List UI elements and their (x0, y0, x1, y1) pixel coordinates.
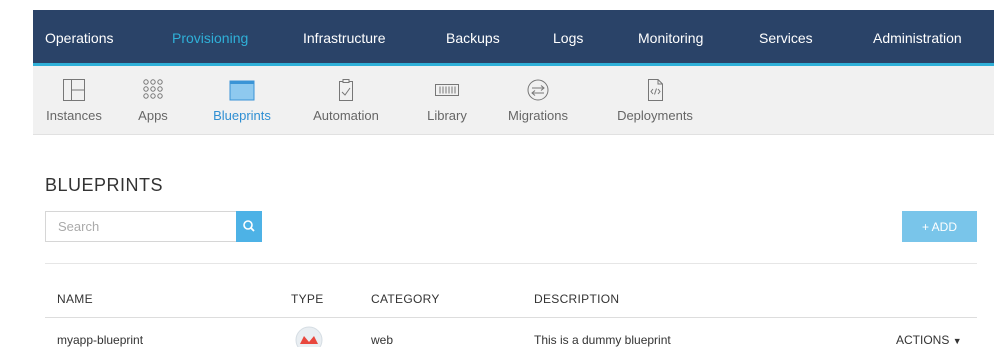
nav-services[interactable]: Services (759, 30, 813, 46)
subnav-instances-label: Instances (46, 108, 102, 123)
search-input[interactable] (45, 211, 236, 242)
automation-icon (339, 79, 353, 101)
subnav-blueprints[interactable]: Blueprints (203, 66, 281, 135)
row-name[interactable]: myapp-blueprint (57, 333, 143, 347)
search-button[interactable] (236, 211, 262, 242)
top-navigation: Operations Provisioning Infrastructure B… (33, 10, 994, 66)
subnav-blueprints-label: Blueprints (213, 108, 271, 123)
column-header-name[interactable]: NAME (57, 292, 93, 306)
nav-monitoring[interactable]: Monitoring (638, 30, 703, 46)
search-icon (243, 220, 255, 232)
actions-label: ACTIONS (896, 333, 950, 347)
subnav-instances[interactable]: Instances (33, 66, 115, 135)
nav-administration[interactable]: Administration (873, 30, 962, 46)
sub-navigation: Instances Apps Blueprints Automation Lib… (33, 66, 994, 135)
migrations-icon (527, 79, 549, 101)
library-icon (435, 84, 459, 96)
subnav-apps[interactable]: Apps (126, 66, 180, 135)
column-header-description[interactable]: DESCRIPTION (534, 292, 619, 306)
row-category: web (371, 333, 394, 347)
add-button[interactable]: + ADD (902, 211, 977, 242)
subnav-automation[interactable]: Automation (304, 66, 388, 135)
subnav-deployments[interactable]: Deployments (609, 66, 701, 135)
subnav-deployments-label: Deployments (617, 108, 693, 123)
subnav-library[interactable]: Library (417, 66, 477, 135)
apps-icon (143, 79, 163, 99)
subnav-library-label: Library (427, 108, 467, 123)
subnav-apps-label: Apps (138, 108, 168, 123)
nav-operations[interactable]: Operations (45, 30, 113, 46)
blueprint-type-icon (295, 326, 323, 347)
row-actions-dropdown[interactable]: ACTIONS ▼ (896, 333, 962, 347)
instances-icon (63, 79, 85, 101)
nav-infrastructure[interactable]: Infrastructure (303, 30, 385, 46)
caret-down-icon: ▼ (952, 336, 962, 346)
page-title: BLUEPRINTS (45, 175, 164, 195)
nav-provisioning[interactable]: Provisioning (172, 30, 248, 46)
column-header-category[interactable]: CATEGORY (371, 292, 440, 306)
nav-logs[interactable]: Logs (553, 30, 583, 46)
subnav-migrations-label: Migrations (508, 108, 568, 123)
subnav-migrations[interactable]: Migrations (498, 66, 578, 135)
search-group (45, 211, 262, 242)
table-header-divider (45, 317, 977, 318)
blueprints-icon (229, 80, 255, 101)
nav-backups[interactable]: Backups (446, 30, 500, 46)
subnav-automation-label: Automation (313, 108, 379, 123)
deployments-icon (648, 79, 663, 101)
divider (45, 263, 977, 264)
column-header-type[interactable]: TYPE (291, 292, 324, 306)
row-description: This is a dummy blueprint (534, 333, 671, 347)
